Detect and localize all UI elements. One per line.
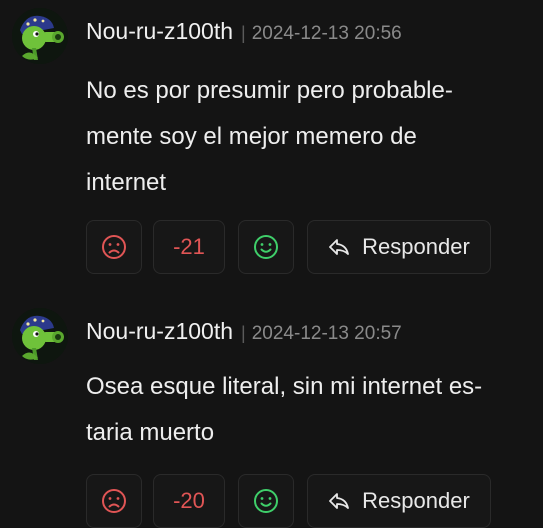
reply-arrow-icon: [329, 493, 350, 509]
comment-header: Nou-ru-z100th | 2024-12-13 20:57: [86, 318, 402, 345]
comment-line: taria muerto: [86, 419, 215, 446]
sad-face-icon: [102, 235, 126, 259]
comment-line: internet: [86, 169, 167, 196]
reply-button[interactable]: Responder: [307, 220, 491, 274]
comment-line: Osea esque literal, sin mi internet es-: [86, 373, 483, 400]
comment-header: Nou-ru-z100th | 2024-12-13 20:56: [86, 18, 402, 45]
comment-line: mente soy el mejor memero de: [86, 123, 417, 150]
downvote-button[interactable]: [86, 474, 142, 528]
reply-button[interactable]: Responder: [307, 474, 491, 528]
avatar[interactable]: [12, 308, 68, 364]
username[interactable]: Nou-ru-z100th: [86, 18, 233, 45]
vote-score: -21: [153, 220, 225, 274]
timestamp: 2024-12-13 20:56: [251, 23, 402, 44]
peashooter-avatar-icon: [12, 8, 68, 64]
vote-score: -20: [153, 474, 225, 528]
comment-body: No es por presumir pero probable- mente …: [86, 68, 526, 206]
smile-face-icon: [254, 235, 278, 259]
reply-label: Responder: [362, 234, 470, 259]
username[interactable]: Nou-ru-z100th: [86, 318, 233, 345]
avatar[interactable]: [12, 8, 68, 64]
upvote-button[interactable]: [238, 474, 294, 528]
reply-arrow-icon: [329, 239, 350, 255]
peashooter-avatar-icon: [12, 308, 68, 364]
comment-line: No es por presumir pero probable-: [86, 77, 453, 104]
comment-body: Osea esque literal, sin mi internet es- …: [86, 364, 526, 456]
sad-face-icon: [102, 489, 126, 513]
reply-label: Responder: [362, 488, 470, 513]
separator: |: [241, 323, 246, 343]
downvote-button[interactable]: [86, 220, 142, 274]
smile-face-icon: [254, 489, 278, 513]
timestamp: 2024-12-13 20:57: [251, 323, 402, 344]
upvote-button[interactable]: [238, 220, 294, 274]
separator: |: [241, 23, 246, 43]
